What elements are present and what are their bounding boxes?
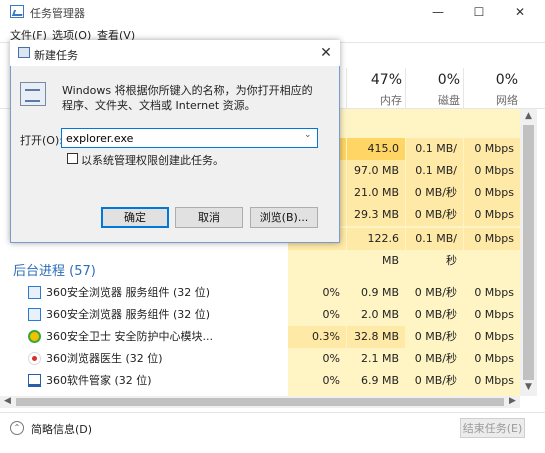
memory-cell: 415.0 MB [347,138,405,177]
scroll-left-icon[interactable]: ◀ [4,396,11,406]
process-name: 360安全浏览器 服务组件 (32 位) [46,308,211,321]
memory-cell: 2.1 MB [360,352,399,365]
table-row[interactable]: 360浏览器医生 (32 位) 0% 2.1 MB 0 MB/秒 0 Mbps [0,348,520,370]
process-name: 360浏览器医生 (32 位) [46,352,163,365]
open-input[interactable] [61,128,318,148]
chevron-down-icon[interactable]: ⌄ [304,130,312,140]
table-row[interactable]: 360软件管家 (32 位) 0% 6.9 MB 0 MB/秒 0 Mbps [0,370,520,392]
cpu-cell: 0% [322,308,340,321]
end-task-button[interactable]: 结束任务(E) [460,418,525,438]
dialog-close-button[interactable]: ✕ [316,44,336,62]
window-title: 任务管理器 [30,7,85,20]
disk-cell: 0 MB/秒 [414,330,457,343]
table-row[interactable]: 360安全浏览器 服务组件 (32 位) 0% 2.0 MB 0 MB/秒 0 … [0,304,520,326]
table-row[interactable]: 360安全卫士 安全防护中心模块... 0.3% 32.8 MB 0 MB/秒 … [0,326,520,348]
disk-cell: 0 MB/秒 [414,308,457,321]
memory-percent[interactable]: 47% [342,72,402,88]
memory-cell: 29.3 MB [347,204,405,226]
network-cell: 0 Mbps [474,330,514,343]
browser-service-icon [28,286,41,299]
disk-cell: 0 MB/秒 [406,204,463,226]
table-row[interactable]: 360安全浏览器 服务组件 (32 位) 0% 0.9 MB 0 MB/秒 0 … [0,282,520,304]
disk-cell: 0.1 MB/秒 [406,160,463,199]
admin-privileges-checkbox[interactable] [67,153,78,164]
disk-cell: 0 MB/秒 [414,286,457,299]
memory-cell: 2.0 MB [360,308,399,321]
network-percent[interactable]: 0% [458,72,518,88]
network-column-header[interactable]: 网络 [458,92,518,108]
memory-column-header[interactable]: 内存 [342,92,402,108]
memory-cell: 0.9 MB [360,286,399,299]
footer-divider [0,412,545,413]
run-program-icon [20,82,46,106]
network-cell: 0 Mbps [474,286,514,299]
horizontal-scroll-thumb[interactable] [16,398,504,406]
disk-cell: 0 MB/秒 [406,182,463,204]
disk-cell: 0 MB/秒 [414,352,457,365]
scroll-right-icon[interactable]: ▶ [509,396,516,406]
fewer-details-link[interactable]: 简略信息(D) [31,421,92,437]
memory-cell: 32.8 MB [347,326,405,348]
cpu-cell: 0.3% [288,326,346,348]
scroll-up-icon[interactable]: ▲ [525,111,532,121]
admin-privileges-label[interactable]: 以系统管理权限创建此任务。 [81,152,224,168]
network-cell: 0 Mbps [474,352,514,365]
network-cell: 0 Mbps [464,138,520,160]
disk-cell: 0.1 MB/秒 [406,228,463,267]
memory-cell: 97.0 MB [347,160,405,182]
cpu-cell: 0% [322,286,340,299]
dialog-description: Windows 将根据你所键入的名称，为你打开相应的程序、文件夹、文档或 Int… [62,84,313,112]
scroll-down-icon[interactable]: ▼ [525,382,532,392]
browser-doctor-icon [28,352,41,365]
background-processes-group[interactable]: 后台进程 (57) [13,260,96,279]
run-window-icon [18,47,30,58]
maximize-button[interactable]: ☐ [459,0,499,24]
disk-percent[interactable]: 0% [400,72,460,88]
chevron-up-icon[interactable]: ⌃ [10,421,24,435]
process-name: 360安全卫士 安全防护中心模块... [46,330,213,343]
memory-cell: 122.6 MB [347,228,405,267]
network-cell: 0 Mbps [464,228,520,250]
network-cell: 0 Mbps [474,374,514,387]
software-manager-icon [28,374,41,387]
disk-cell: 0 MB/秒 [414,374,457,387]
security-guard-icon [28,330,41,343]
process-name: 360安全浏览器 服务组件 (32 位) [46,286,211,299]
task-manager-icon [10,5,24,18]
browse-button[interactable]: 浏览(B)... [250,207,318,228]
memory-cell: 21.0 MB [347,182,405,204]
network-cell: 0 Mbps [464,204,520,226]
close-button[interactable]: ✕ [500,0,540,24]
network-cell: 0 Mbps [474,308,514,321]
network-cell: 0 Mbps [464,182,520,204]
ok-button[interactable]: 确定 [101,207,169,228]
process-name: 360软件管家 (32 位) [46,374,152,387]
dialog-title: 新建任务 [34,49,78,62]
minimize-button[interactable]: — [418,0,458,24]
disk-cell: 0.1 MB/秒 [406,138,463,177]
browser-service-icon [28,308,41,321]
memory-cell: 6.9 MB [360,374,399,387]
cpu-cell: 0% [322,374,340,387]
vertical-scroll-thumb[interactable] [523,125,534,380]
network-cell: 0 Mbps [464,160,520,182]
cancel-button[interactable]: 取消 [175,207,243,228]
open-label: 打开(O): [20,134,63,147]
disk-column-header[interactable]: 磁盘 [400,92,460,108]
cpu-cell: 0% [322,352,340,365]
